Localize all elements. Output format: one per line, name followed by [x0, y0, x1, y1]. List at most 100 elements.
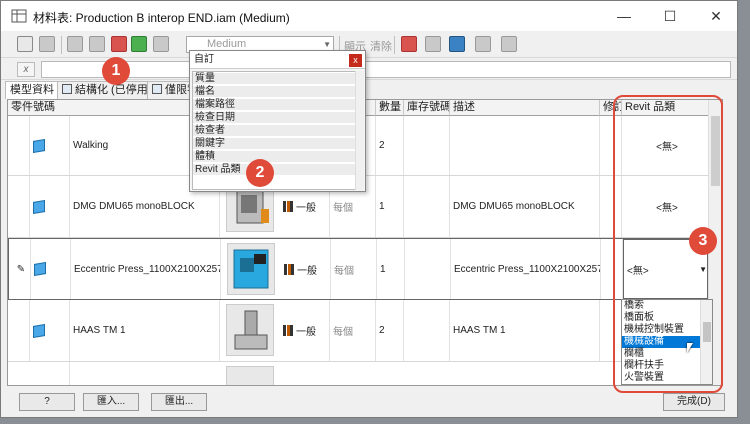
property-item[interactable]: 質量	[193, 73, 355, 85]
edit-pencil-icon: ✎	[16, 263, 26, 275]
close-button[interactable]: ✕	[693, 1, 739, 31]
export-button[interactable]: 匯出...	[151, 393, 207, 411]
filter-icon[interactable]	[153, 36, 169, 52]
description: DMG DMU65 monoBLOCK	[450, 176, 600, 237]
stock-number	[404, 116, 450, 175]
bom-type-label: 一般	[297, 265, 317, 277]
sort-asc-icon[interactable]	[67, 36, 83, 52]
property-item[interactable]: 檢查者	[193, 125, 355, 137]
thumbnail-cell	[221, 239, 281, 299]
minimize-button[interactable]: —	[601, 1, 647, 31]
row-marker	[8, 300, 30, 361]
bom-type: 一般	[280, 300, 330, 361]
sort-icon[interactable]	[501, 36, 517, 52]
part-icon	[33, 323, 45, 338]
import-button[interactable]: 匯入...	[83, 393, 139, 411]
bom-type-label: 一般	[296, 203, 316, 214]
property-item[interactable]: Revit 品類	[193, 164, 355, 176]
toolbar-separator	[394, 36, 395, 54]
tab-model-data[interactable]: 模型資料	[5, 81, 59, 99]
customize-popup: 自訂 x 質量 檔名 檔案路徑 檢查日期 檢查者 關鍵字 體積 Revit 品類	[189, 50, 366, 192]
stock-number	[404, 176, 450, 237]
formula-input[interactable]	[41, 61, 731, 78]
toolbar: Medium ▼ 顯示 清除	[1, 32, 737, 58]
property-item[interactable]: 關鍵字	[193, 138, 355, 150]
edit-icon[interactable]	[425, 36, 441, 52]
part-cell-icon	[30, 300, 70, 361]
table-row[interactable]: HAAS TM 1 一般 每個 2 HAAS TM 1	[8, 300, 710, 362]
window-title: 材料表: Production B interop END.iam (Mediu…	[33, 11, 290, 25]
property-item[interactable]: 體積	[193, 151, 355, 163]
list-icon	[152, 84, 162, 94]
thumbnail-cell	[220, 300, 280, 361]
add-column-icon[interactable]	[131, 36, 147, 52]
done-button[interactable]: 完成(D)	[663, 393, 725, 411]
stock-number	[404, 300, 450, 361]
quantity: 1	[377, 239, 405, 299]
callout-3: 3	[689, 227, 717, 255]
bookmark-icon[interactable]	[111, 36, 127, 52]
column-header-qty[interactable]: 數量	[376, 100, 404, 116]
row-marker	[8, 176, 30, 237]
part-name: Eccentric Press_1100X2100X2575	[71, 239, 221, 299]
part-icon	[34, 261, 46, 277]
popup-close-button[interactable]: x	[349, 54, 362, 67]
part-icon	[33, 199, 45, 214]
part-cell-icon	[30, 176, 70, 237]
machine-thumbnail	[226, 304, 274, 356]
page-icon[interactable]	[17, 36, 33, 52]
part-name: HAAS TM 1	[70, 300, 220, 361]
callout-1: 1	[102, 57, 130, 85]
tab-structured-label: 結構化 (已停用)	[75, 84, 152, 96]
copy-icon[interactable]	[39, 36, 55, 52]
maximize-button[interactable]: ☐	[647, 1, 693, 31]
machine-thumbnail	[226, 366, 274, 385]
bom-type: 一般	[281, 239, 331, 299]
quantity: 2	[376, 300, 404, 361]
bom-structure-icon	[284, 263, 294, 275]
table-row[interactable]: ✎ Eccentric Press_1100X2100X2575 一般 每個 1…	[8, 238, 711, 300]
property-item[interactable]: 檔名	[193, 86, 355, 98]
export-list-icon[interactable]	[401, 36, 417, 52]
column-header-part-number[interactable]: 零件號碼	[8, 100, 208, 116]
bom-window: 材料表: Production B interop END.iam (Mediu…	[0, 0, 738, 418]
machine-thumbnail	[227, 243, 275, 295]
part-cell-icon	[30, 362, 70, 385]
quantity: 1	[376, 176, 404, 237]
stock-number	[405, 239, 451, 299]
table-row[interactable]	[8, 362, 708, 385]
property-item[interactable]: 檔案路徑	[193, 99, 355, 111]
structure-icon	[62, 84, 72, 94]
description	[450, 116, 600, 175]
toolbar-separator	[61, 36, 62, 54]
popup-title: 自訂	[190, 51, 365, 69]
column-header-description[interactable]: 描述	[450, 100, 600, 116]
bom-app-icon	[11, 9, 27, 23]
clear-button[interactable]: 清除	[370, 38, 392, 54]
level-combo-value: Medium	[207, 38, 247, 50]
custom-property-list: 質量 檔名 檔案路徑 檢查日期 檢查者 關鍵字 體積 Revit 品類	[192, 71, 356, 190]
title-bar: 材料表: Production B interop END.iam (Mediu…	[1, 1, 737, 31]
sort-desc-icon[interactable]	[89, 36, 105, 52]
part-cell-icon	[31, 239, 71, 299]
row-marker	[8, 116, 30, 175]
quantity: 2	[376, 116, 404, 175]
tab-structured[interactable]: 結構化 (已停用)	[57, 81, 157, 99]
unit: 每個	[331, 239, 377, 299]
row-marker: ✎	[9, 239, 31, 299]
bom-structure-icon	[283, 325, 293, 336]
callout-2: 2	[246, 159, 274, 187]
part-cell-icon	[30, 116, 70, 175]
help-button[interactable]: ?	[19, 393, 75, 411]
unit: 每個	[330, 300, 376, 361]
view-icon[interactable]	[449, 36, 465, 52]
description: Eccentric Press_1100X2100X2575	[451, 239, 601, 299]
column-header-stock-number[interactable]: 庫存號碼	[404, 100, 450, 116]
bom-structure-icon	[283, 201, 293, 212]
settings-icon[interactable]	[475, 36, 491, 52]
function-icon[interactable]: x	[17, 62, 35, 77]
popup-scrollbar[interactable]	[355, 71, 364, 190]
thumbnail-cell	[220, 362, 280, 385]
property-item[interactable]: 檢查日期	[193, 112, 355, 124]
bom-type-label: 一般	[296, 327, 316, 338]
